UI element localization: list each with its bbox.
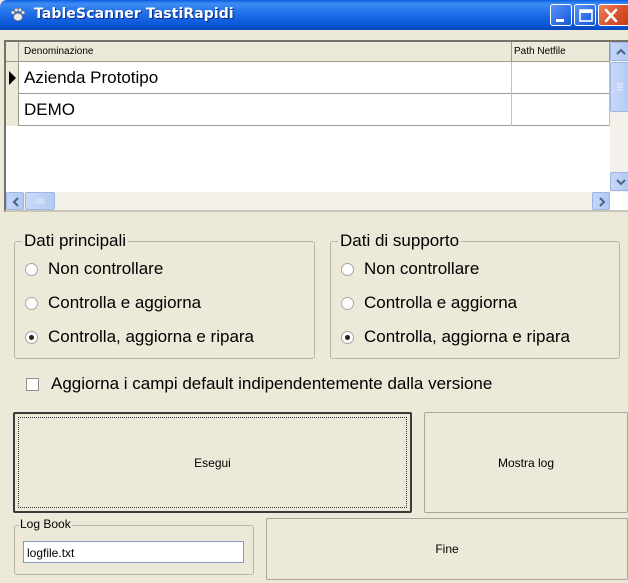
scroll-up-button[interactable]	[610, 42, 628, 61]
window-title: TableScanner TastiRapidi	[34, 6, 234, 22]
mostra-log-button-label: Mostra log	[497, 455, 555, 470]
dati-principali-group: Dati principali Non controllare Controll…	[14, 231, 315, 359]
current-row-arrow-icon	[9, 71, 16, 85]
header-indicator-cell	[6, 42, 19, 62]
minimize-icon	[556, 19, 564, 22]
esegui-button-label: Esegui	[194, 455, 231, 470]
grip-icon	[36, 198, 44, 204]
dati-supporto-group: Dati di supporto Non controllare Control…	[330, 231, 620, 359]
app-icon	[10, 7, 26, 22]
radio-label: Controlla, aggiorna e ripara	[48, 327, 255, 346]
cell-denominazione[interactable]: Azienda Prototipo	[19, 62, 512, 94]
horizontal-scroll-thumb[interactable]	[25, 192, 55, 210]
chevron-up-icon	[616, 48, 626, 55]
cell-denominazione[interactable]: DEMO	[19, 94, 512, 126]
row-indicator[interactable]	[6, 62, 19, 94]
grip-icon	[617, 83, 623, 91]
aggiorna-default-checkbox[interactable]	[26, 377, 39, 391]
companies-grid[interactable]: Denominazione Path Netfile Azienda Proto…	[4, 40, 628, 212]
title-bar[interactable]: TableScanner TastiRapidi	[0, 0, 628, 30]
row-indicator[interactable]	[6, 94, 19, 126]
minimize-button[interactable]	[550, 4, 572, 26]
grid-header: Denominazione Path Netfile	[6, 42, 610, 62]
radio-label: Non controllare	[48, 259, 164, 278]
mostra-log-button[interactable]: Mostra log	[424, 412, 628, 513]
close-button[interactable]	[598, 4, 628, 26]
fine-button-label: Fine	[435, 542, 459, 556]
chevron-right-icon	[599, 197, 606, 207]
radio-principali-controlla-aggiorna-ripara[interactable]: Controlla, aggiorna e ripara	[25, 326, 254, 348]
fine-button[interactable]: Fine	[266, 518, 628, 580]
chevron-down-icon	[616, 179, 626, 186]
close-icon	[604, 8, 618, 23]
table-row[interactable]: DEMO	[6, 94, 610, 126]
dati-principali-title: Dati principali	[22, 231, 129, 251]
vertical-scrollbar[interactable]	[610, 42, 628, 192]
cell-path-netfile[interactable]	[512, 94, 610, 126]
radio-button[interactable]	[25, 262, 38, 276]
cell-path-netfile[interactable]	[512, 62, 610, 94]
radio-button[interactable]	[341, 262, 354, 276]
main-window: TableScanner TastiRapidi Denominazione P…	[0, 0, 628, 583]
radio-label: Non controllare	[364, 259, 480, 278]
radio-button[interactable]	[25, 330, 38, 344]
maximize-icon	[579, 9, 593, 22]
radio-label: Controlla e aggiorna	[48, 293, 202, 312]
radio-supporto-non-controllare[interactable]: Non controllare	[341, 258, 479, 280]
log-book-input[interactable]: logfile.txt	[23, 541, 244, 563]
scroll-down-button[interactable]	[610, 172, 628, 191]
radio-supporto-controlla-aggiorna-ripara[interactable]: Controlla, aggiorna e ripara	[341, 326, 570, 348]
column-header-denominazione[interactable]: Denominazione	[19, 42, 512, 62]
esegui-button[interactable]: Esegui	[13, 412, 412, 513]
horizontal-scrollbar[interactable]	[6, 192, 610, 210]
table-row[interactable]: Azienda Prototipo	[6, 62, 610, 94]
radio-button[interactable]	[341, 296, 354, 310]
radio-supporto-controlla-aggiorna[interactable]: Controlla e aggiorna	[341, 292, 517, 314]
chevron-left-icon	[12, 197, 19, 207]
log-book-title: Log Book	[19, 517, 72, 531]
dati-supporto-title: Dati di supporto	[338, 231, 462, 251]
aggiorna-default-checkbox-row[interactable]: Aggiorna i campi default indipendentemen…	[26, 372, 492, 396]
radio-button[interactable]	[25, 296, 38, 310]
radio-button[interactable]	[341, 330, 354, 344]
radio-principali-non-controllare[interactable]: Non controllare	[25, 258, 163, 280]
vertical-scroll-thumb[interactable]	[610, 62, 628, 112]
scroll-left-button[interactable]	[6, 192, 24, 210]
maximize-button[interactable]	[574, 4, 596, 26]
aggiorna-default-label: Aggiorna i campi default indipendentemen…	[51, 374, 493, 393]
scroll-right-button[interactable]	[592, 192, 610, 210]
column-header-path-netfile[interactable]: Path Netfile	[512, 42, 610, 62]
radio-principali-controlla-aggiorna[interactable]: Controlla e aggiorna	[25, 292, 201, 314]
radio-label: Controlla e aggiorna	[364, 293, 518, 312]
radio-label: Controlla, aggiorna e ripara	[364, 327, 571, 346]
